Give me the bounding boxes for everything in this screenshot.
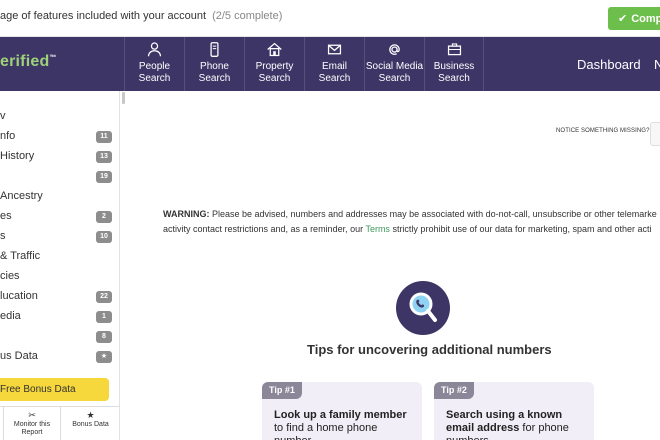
main-navbar: erified™ People Search Phone Search Prop… [0,37,660,91]
notice-missing-text: NOTICE SOMETHING MISSING? [556,128,650,134]
sidebar-item[interactable]: History 13 [0,147,120,167]
sidebar-item[interactable]: lucation 22 [0,287,120,307]
sidebar-item[interactable]: us Data ★ [0,347,120,367]
warning-text: WARNING: Please be advised, numbers and … [163,209,657,234]
sidebar-item[interactable]: es 2 [0,207,120,227]
nav-email-search[interactable]: Email Search [304,37,364,91]
nav-property-search[interactable]: Property Search [244,37,304,91]
nav-people-search[interactable]: People Search [124,37,184,91]
house-icon [245,41,304,61]
count-badge: 1 [96,311,112,323]
phone-search-magnifier-icon [396,281,450,335]
tip-tag: Tip #1 [262,382,302,399]
sidebar-item[interactable]: cies [0,267,120,287]
sidebar-tools: ✂ Monitor this Report ★ Bonus Data [0,406,120,440]
tip-text: Look up a family member to find a home p… [274,409,407,440]
star-icon: ★ [96,351,112,363]
monitor-report-button[interactable]: ✂ Monitor this Report [3,407,60,440]
nav-business-search[interactable]: Business Search [424,37,484,91]
progress-count: (2/5 complete) [212,10,283,22]
terms-link[interactable]: Terms [365,224,390,234]
phone-icon [185,41,244,61]
briefcase-icon [425,41,483,61]
count-badge: 11 [96,131,112,143]
at-icon [365,41,424,61]
nav-social-media-search[interactable]: Social Media Search [364,37,424,91]
count-badge: 8 [96,331,112,343]
sidebar-item[interactable]: 19 [0,167,120,187]
count-badge: 22 [96,291,112,303]
bonus-data-button[interactable]: ★ Bonus Data [60,407,120,440]
logo[interactable]: erified™ [0,53,57,71]
nav-dashboard[interactable]: Dashboard [577,57,641,72]
complete-button[interactable]: ✔ Compl [608,7,660,30]
check-icon: ✔ [618,13,628,25]
count-badge: 19 [96,171,112,183]
tip-text: Search using a known email address for p… [446,409,569,440]
free-bonus-data-button[interactable]: Free Bonus Data [0,378,109,401]
sidebar-item[interactable]: s 10 [0,227,120,247]
notice-missing-button[interactable] [650,122,660,146]
tip-card: Tip #2 Search using a known email addres… [434,382,594,440]
sidebar-item[interactable]: edia 1 [0,307,120,327]
nav-menu-item[interactable]: N [654,57,660,72]
sidebar-item[interactable]: 8 [0,327,120,347]
sidebar-item[interactable]: nfo 11 [0,127,120,147]
count-badge: 2 [96,211,112,223]
star-icon: ★ [86,410,95,420]
scrollbar-thumb[interactable] [122,92,125,104]
count-badge: 13 [96,151,112,163]
monitor-icon: ✂ [28,410,36,420]
onboarding-progress-bar: age of features included with your accou… [0,0,660,37]
envelope-icon [305,41,364,61]
nav-phone-search[interactable]: Phone Search [184,37,244,91]
sidebar-item[interactable]: v [0,107,120,127]
tips-title: Tips for uncovering additional numbers [307,342,552,357]
tip-card: Tip #1 Look up a family member to find a… [262,382,422,440]
progress-text: age of features included with your accou… [0,10,283,22]
sidebar-item[interactable]: Ancestry [0,187,120,207]
count-badge: 10 [96,231,112,243]
tip-tag: Tip #2 [434,382,474,399]
sidebar-item[interactable]: & Traffic [0,247,120,267]
person-icon [125,41,184,61]
